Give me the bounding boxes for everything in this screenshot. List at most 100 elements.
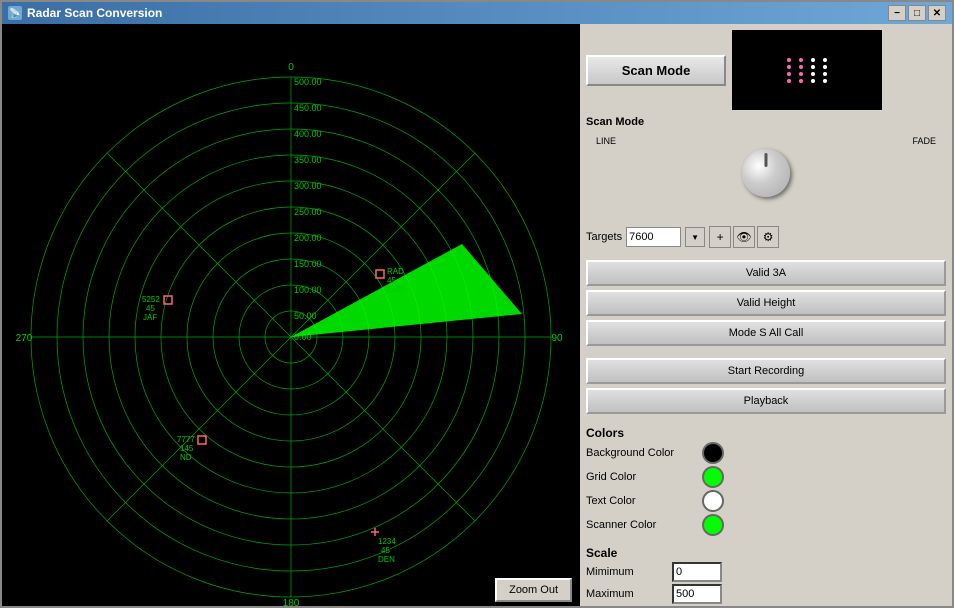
targets-label: Targets: [586, 231, 622, 243]
svg-text:200.00: 200.00: [294, 233, 322, 243]
preview-pink-group2: [799, 58, 803, 83]
svg-text:5252: 5252: [142, 295, 160, 304]
minimum-row: Mimimum: [586, 562, 946, 582]
text-color-label: Text Color: [586, 495, 696, 507]
grid-color-label: Grid Color: [586, 471, 696, 483]
playback-button[interactable]: Playback: [586, 388, 946, 414]
preview-white-group2: [823, 58, 827, 83]
preview-pink-group: [787, 58, 791, 83]
scan-line-label: LINE: [596, 136, 616, 146]
maximum-row: Maximum: [586, 584, 946, 604]
targets-icons: + 👁 ⚙: [709, 226, 779, 248]
minimize-button[interactable]: −: [888, 5, 906, 21]
preview-dot: [787, 65, 791, 69]
preview-dot: [787, 58, 791, 62]
background-color-row: Background Color: [586, 442, 946, 464]
scan-fade-label: FADE: [912, 136, 936, 146]
maximize-button[interactable]: □: [908, 5, 926, 21]
radar-panel: 500.00 450.00 400.00 350.00 300.00 250.0…: [2, 24, 580, 606]
mode-s-all-call-button[interactable]: Mode S All Call: [586, 320, 946, 346]
preview-dot: [799, 58, 803, 62]
svg-text:7777: 7777: [177, 435, 195, 444]
background-color-label: Background Color: [586, 447, 696, 459]
minimum-label: Mimimum: [586, 566, 666, 578]
scan-mode-button[interactable]: Scan Mode: [586, 55, 726, 86]
preview-dot: [811, 72, 815, 76]
colors-section: Colors Background Color Grid Color Text …: [586, 422, 946, 538]
scan-mode-label: Scan Mode: [586, 116, 644, 128]
scale-section: Scale Mimimum Maximum No. Occlusions: [586, 542, 946, 606]
scale-title: Scale: [586, 546, 946, 560]
preview-dot: [811, 58, 815, 62]
maximum-label: Maximum: [586, 588, 666, 600]
maximum-input[interactable]: [672, 584, 722, 604]
start-recording-button[interactable]: Start Recording: [586, 358, 946, 384]
svg-text:ND: ND: [180, 453, 192, 462]
svg-text:0: 0: [288, 62, 294, 73]
svg-text:1234: 1234: [378, 537, 396, 546]
minimum-input[interactable]: [672, 562, 722, 582]
preview-white-group: [811, 58, 815, 83]
scan-mode-knob[interactable]: [742, 149, 790, 197]
window-title: Radar Scan Conversion: [27, 6, 162, 20]
preview-dot: [787, 79, 791, 83]
preview-dot: [811, 79, 815, 83]
background-color-swatch[interactable]: [702, 442, 724, 464]
targets-row: Targets ▼ + 👁 ⚙: [586, 226, 946, 248]
svg-text:ENG: ENG: [387, 285, 404, 294]
title-bar: 📡 Radar Scan Conversion − □ ✕: [2, 2, 952, 24]
colors-title: Colors: [586, 426, 946, 440]
svg-text:300.00: 300.00: [294, 181, 322, 191]
preview-dot: [823, 58, 827, 62]
valid-height-button[interactable]: Valid Height: [586, 290, 946, 316]
svg-text:145: 145: [180, 444, 194, 453]
preview-dot: [823, 79, 827, 83]
svg-text:270: 270: [16, 333, 33, 344]
svg-text:150.00: 150.00: [294, 259, 322, 269]
scan-mode-section: Scan Mode LINE FADE: [586, 116, 946, 218]
preview-dot: [823, 72, 827, 76]
valid-3a-button[interactable]: Valid 3A: [586, 260, 946, 286]
target-icon-settings[interactable]: ⚙: [757, 226, 779, 248]
svg-text:45: 45: [381, 546, 390, 555]
text-color-row: Text Color: [586, 490, 946, 512]
preview-dot: [811, 65, 815, 69]
svg-text:250.00: 250.00: [294, 207, 322, 217]
mode-buttons-group: Valid 3A Valid Height Mode S All Call: [586, 260, 946, 346]
scanner-color-swatch[interactable]: [702, 514, 724, 536]
preview-dot: [799, 79, 803, 83]
svg-text:90: 90: [551, 333, 563, 344]
close-button[interactable]: ✕: [928, 5, 946, 21]
scan-mode-knob-area: LINE FADE: [586, 128, 946, 218]
record-playback-group: Start Recording Playback: [586, 358, 946, 414]
preview-dot: [799, 65, 803, 69]
app-icon: 📡: [8, 6, 22, 20]
grid-color-row: Grid Color: [586, 466, 946, 488]
svg-text:50.00: 50.00: [294, 311, 317, 321]
preview-dot: [823, 65, 827, 69]
grid-color-swatch[interactable]: [702, 466, 724, 488]
svg-text:JAF: JAF: [143, 313, 157, 322]
right-panel: Scan Mode: [580, 24, 952, 606]
target-icon-view[interactable]: 👁: [733, 226, 755, 248]
svg-text:180: 180: [283, 598, 300, 606]
svg-text:45: 45: [146, 304, 155, 313]
preview-display: [732, 30, 882, 110]
window-controls: − □ ✕: [888, 5, 946, 21]
text-color-swatch[interactable]: [702, 490, 724, 512]
svg-text:RAD: RAD: [387, 267, 404, 276]
svg-text:45: 45: [387, 276, 396, 285]
preview-dot: [799, 72, 803, 76]
preview-dot: [787, 72, 791, 76]
svg-text:350.00: 350.00: [294, 155, 322, 165]
target-icon-add[interactable]: +: [709, 226, 731, 248]
zoom-out-button[interactable]: Zoom Out: [495, 578, 572, 602]
content-area: 500.00 450.00 400.00 350.00 300.00 250.0…: [2, 24, 952, 606]
targets-dropdown[interactable]: ▼: [685, 227, 705, 247]
scanner-color-row: Scanner Color: [586, 514, 946, 536]
main-window: 📡 Radar Scan Conversion − □ ✕: [0, 0, 954, 608]
svg-text:400.00: 400.00: [294, 129, 322, 139]
targets-input[interactable]: [626, 227, 681, 247]
svg-text:500.00: 500.00: [294, 77, 322, 87]
svg-text:100.00: 100.00: [294, 285, 322, 295]
